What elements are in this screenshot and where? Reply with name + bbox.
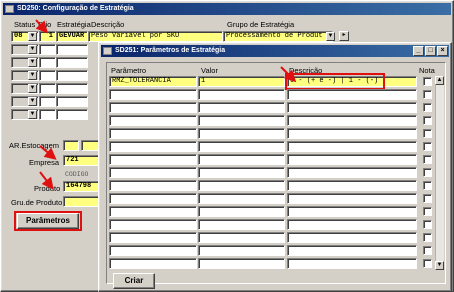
arrow-to-valor	[280, 66, 297, 83]
arrow-to-empresa	[39, 145, 57, 160]
annotation-arrows	[35, 19, 297, 190]
arrow-to-produto	[39, 171, 54, 190]
arrow-to-prio	[35, 19, 48, 34]
